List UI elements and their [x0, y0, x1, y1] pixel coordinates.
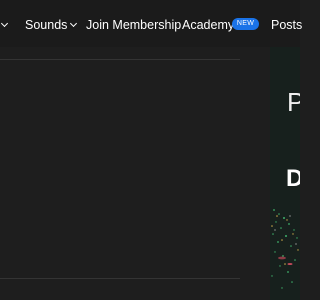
nav-item-previous-dropdown[interactable]: [0, 17, 9, 33]
promo-artwork: [271, 209, 299, 289]
promo-banner[interactable]: P D: [270, 47, 300, 300]
chevron-down-icon: [0, 19, 9, 28]
nav-item-posts[interactable]: Posts: [271, 17, 302, 33]
content-panel: [0, 60, 240, 278]
new-badge: NEW: [232, 18, 259, 30]
nav-item-join-membership[interactable]: Join Membership: [86, 17, 181, 33]
nav-item-sounds-label: Sounds: [25, 18, 68, 32]
promo-heading: P: [287, 87, 300, 117]
chevron-down-icon: [70, 19, 78, 28]
nav-item-sounds[interactable]: Sounds: [25, 17, 78, 33]
nav-item-academy[interactable]: Academy: [182, 17, 234, 33]
top-navigation: Sounds Join Membership Academy NEW Posts: [0, 0, 302, 47]
bottom-divider: [0, 278, 240, 279]
